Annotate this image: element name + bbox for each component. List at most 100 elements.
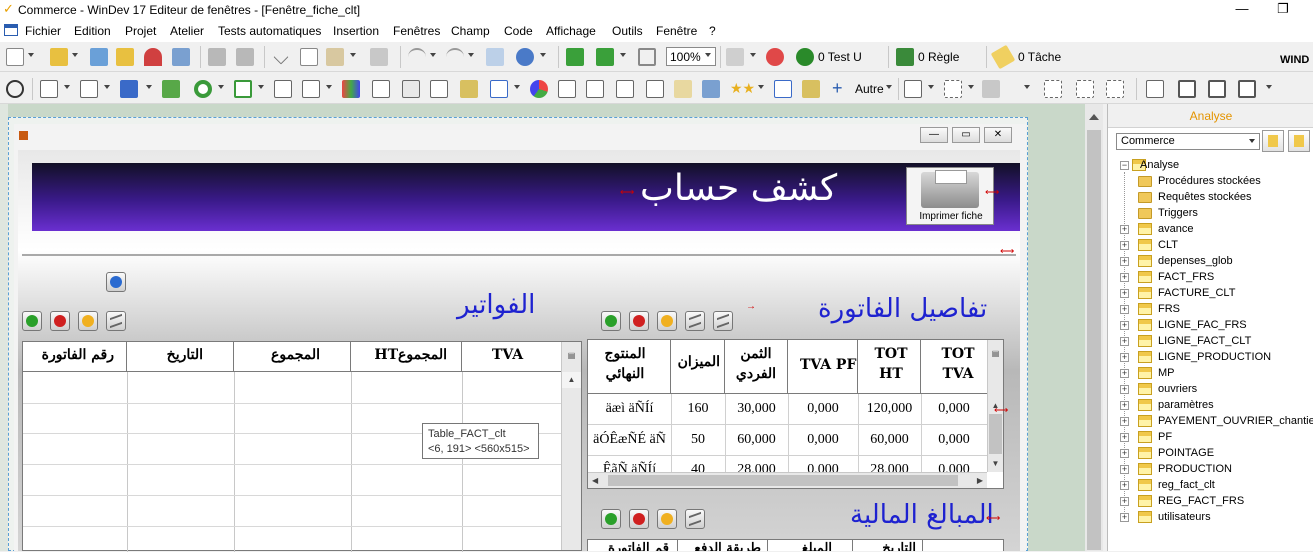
print-invoice-button[interactable] xyxy=(106,311,126,331)
redo-dropdown[interactable] xyxy=(468,53,474,57)
copy-icon[interactable] xyxy=(300,48,318,66)
table-settings-icon[interactable]: ▤ xyxy=(988,346,1003,362)
rule-icon[interactable] xyxy=(896,48,914,66)
add-payment-button[interactable] xyxy=(601,509,621,529)
table-control-icon[interactable] xyxy=(372,80,390,98)
image-viewer-icon[interactable] xyxy=(674,80,692,98)
tree-item-table[interactable]: FACT_FRS xyxy=(1158,269,1214,285)
tree-item-table[interactable]: CLT xyxy=(1158,237,1178,253)
tree-item-table[interactable]: PRODUCTION xyxy=(1158,461,1232,477)
tree-item-procedures[interactable]: Procédures stockées xyxy=(1158,173,1261,189)
delete-line-button[interactable] xyxy=(629,311,649,331)
organizer-control-icon[interactable] xyxy=(460,80,478,98)
tree-item-table[interactable]: PAYEMENT_OUVRIER_chantier xyxy=(1158,413,1313,429)
tree-expander[interactable]: + xyxy=(1120,241,1129,250)
scroll-up-arrow[interactable] xyxy=(1089,114,1099,120)
checkbox-control-icon[interactable] xyxy=(234,80,252,98)
delete-invoice-button[interactable] xyxy=(50,311,70,331)
task-icon[interactable] xyxy=(990,44,1016,70)
combo-control-dropdown[interactable] xyxy=(326,85,332,89)
window-control-icon[interactable] xyxy=(774,80,792,98)
column-header[interactable]: التاريخ xyxy=(127,342,234,371)
tree-expander[interactable]: + xyxy=(1120,353,1129,362)
tree-expander[interactable]: + xyxy=(1120,433,1129,442)
menu-outils[interactable]: Outils xyxy=(612,24,643,38)
column-header[interactable]: TOT TVA xyxy=(921,340,987,393)
scroll-up-arrow[interactable]: ▲ xyxy=(562,372,581,388)
edit-field-icon[interactable] xyxy=(40,80,58,98)
print-preview-icon[interactable] xyxy=(236,48,254,66)
combo-control-icon[interactable] xyxy=(302,80,320,98)
invoice-lines-hscroll[interactable]: ◀ ▶ xyxy=(588,472,987,488)
group-icon[interactable] xyxy=(982,80,1000,98)
list-control-icon[interactable] xyxy=(274,80,292,98)
column-header[interactable]: الميزان xyxy=(671,340,725,393)
new-file-icon[interactable] xyxy=(6,48,24,66)
tree-item-table[interactable]: FACTURE_CLT xyxy=(1158,285,1235,301)
blue-circle-button[interactable] xyxy=(106,272,126,292)
scroll-thumb[interactable] xyxy=(608,475,958,486)
print-payment-button[interactable] xyxy=(685,509,705,529)
format-painter-icon[interactable] xyxy=(370,48,388,66)
tree-expander[interactable]: + xyxy=(1120,465,1129,474)
tree-item-table[interactable]: ouvriers xyxy=(1158,381,1197,397)
editor-vertical-scrollbar[interactable] xyxy=(1085,104,1103,551)
print-icon[interactable] xyxy=(208,48,226,66)
undo-dropdown[interactable] xyxy=(430,53,436,57)
zoom-dropdown[interactable] xyxy=(705,53,711,57)
test-count[interactable]: 0 Test U xyxy=(818,50,862,64)
add-invoice-button[interactable] xyxy=(22,311,42,331)
payments-table[interactable]: قم الفاتورة طريقة الدفع المبلغ التاريخ xyxy=(587,539,1004,551)
sidebar-control-icon[interactable] xyxy=(802,80,820,98)
column-header[interactable]: المبلغ xyxy=(768,540,853,551)
table-settings-icon[interactable]: ▤ xyxy=(562,348,581,364)
paste-dropdown[interactable] xyxy=(350,53,356,57)
tree-item-table[interactable]: LIGNE_FAC_FRS xyxy=(1158,317,1247,333)
form-close-button[interactable]: ✕ xyxy=(984,127,1012,143)
button-control-dropdown[interactable] xyxy=(146,85,152,89)
scroll-thumb[interactable] xyxy=(1087,130,1101,550)
tree-item-table[interactable]: LIGNE_FACT_CLT xyxy=(1158,333,1251,349)
minimize-button[interactable]: — xyxy=(1222,0,1262,20)
radio-control-dropdown[interactable] xyxy=(218,85,224,89)
tree-expander[interactable]: + xyxy=(1120,401,1129,410)
go-icon[interactable] xyxy=(566,48,584,66)
tree-item-table[interactable]: depenses_glob xyxy=(1158,253,1233,269)
looper-control-icon[interactable] xyxy=(402,80,420,98)
menu-fenetre[interactable]: Fenêtre xyxy=(656,24,697,38)
tree-expander[interactable]: + xyxy=(1120,337,1129,346)
column-header[interactable]: TOT HT xyxy=(858,340,921,393)
rule-count[interactable]: 0 Règle xyxy=(918,50,959,64)
tree-item-table[interactable]: REG_FACT_FRS xyxy=(1158,493,1244,509)
scroll-right-arrow[interactable]: ▶ xyxy=(977,473,983,489)
edit-mode-icon[interactable] xyxy=(1146,80,1164,98)
tree-item-table[interactable]: paramètres xyxy=(1158,397,1214,413)
same-width-dropdown[interactable] xyxy=(968,85,974,89)
tree-expander[interactable]: + xyxy=(1120,369,1129,378)
compare-icon[interactable] xyxy=(172,48,190,66)
other-controls-dropdown[interactable] xyxy=(886,85,892,89)
spacing-icon[interactable] xyxy=(1076,80,1094,98)
menu-fichier[interactable]: Fichier xyxy=(25,24,61,38)
tree-expander[interactable]: + xyxy=(1120,449,1129,458)
column-header[interactable]: قم الفاتورة xyxy=(588,540,678,551)
progress-control-icon[interactable] xyxy=(490,80,508,98)
restore-button[interactable]: ❐ xyxy=(1263,0,1303,20)
label-field-dropdown[interactable] xyxy=(104,85,110,89)
tree-item-table[interactable]: LIGNE_PRODUCTION xyxy=(1158,349,1271,365)
tree-expander[interactable]: − xyxy=(1120,161,1129,170)
analysis-describe-button[interactable] xyxy=(1262,130,1284,152)
tree-item-table[interactable]: PF xyxy=(1158,429,1172,445)
label-field-icon[interactable] xyxy=(80,80,98,98)
test-status-icon[interactable] xyxy=(796,48,814,66)
menu-tests-automatiques[interactable]: Tests automatiques xyxy=(218,24,321,38)
scheduler-icon[interactable] xyxy=(646,80,664,98)
edit-field-dropdown[interactable] xyxy=(64,85,70,89)
scroll-thumb[interactable] xyxy=(989,414,1002,454)
scroll-left-arrow[interactable]: ◀ xyxy=(592,473,598,489)
align-dropdown[interactable] xyxy=(928,85,934,89)
column-header[interactable]: الثمن الفردي xyxy=(725,340,788,393)
column-header[interactable]: TVA PF xyxy=(788,340,858,393)
redo-icon[interactable] xyxy=(446,48,464,66)
tree-expander[interactable]: + xyxy=(1120,417,1129,426)
